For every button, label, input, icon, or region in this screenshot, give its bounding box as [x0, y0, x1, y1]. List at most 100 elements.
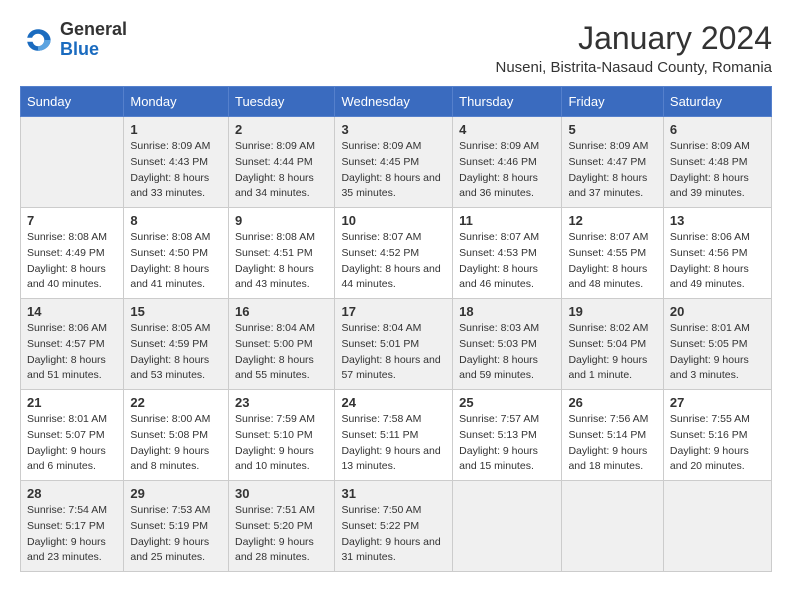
day-info: Sunrise: 8:09 AM Sunset: 4:47 PM Dayligh… — [568, 139, 656, 202]
calendar-cell: 9 Sunrise: 8:08 AM Sunset: 4:51 PM Dayli… — [228, 208, 334, 299]
day-number: 16 — [235, 304, 328, 319]
sunrise: Sunrise: 7:54 AM — [27, 503, 117, 519]
day-info: Sunrise: 8:05 AM Sunset: 4:59 PM Dayligh… — [130, 321, 222, 384]
day-info: Sunrise: 7:56 AM Sunset: 5:14 PM Dayligh… — [568, 412, 656, 475]
day-number: 25 — [459, 395, 555, 410]
sunset: Sunset: 4:57 PM — [27, 337, 117, 353]
header-wednesday: Wednesday — [335, 87, 453, 117]
sunset: Sunset: 4:52 PM — [341, 246, 446, 262]
sunrise: Sunrise: 8:04 AM — [341, 321, 446, 337]
day-info: Sunrise: 8:08 AM Sunset: 4:51 PM Dayligh… — [235, 230, 328, 293]
daylight: Daylight: 8 hours and 55 minutes. — [235, 353, 328, 385]
sunset: Sunset: 4:43 PM — [130, 155, 222, 171]
calendar-cell — [562, 481, 663, 572]
daylight: Daylight: 8 hours and 49 minutes. — [670, 262, 765, 294]
calendar-cell: 26 Sunrise: 7:56 AM Sunset: 5:14 PM Dayl… — [562, 390, 663, 481]
day-info: Sunrise: 8:01 AM Sunset: 5:07 PM Dayligh… — [27, 412, 117, 475]
sunset: Sunset: 5:04 PM — [568, 337, 656, 353]
day-info: Sunrise: 7:54 AM Sunset: 5:17 PM Dayligh… — [27, 503, 117, 566]
day-info: Sunrise: 8:09 AM Sunset: 4:48 PM Dayligh… — [670, 139, 765, 202]
sunrise: Sunrise: 8:07 AM — [568, 230, 656, 246]
daylight: Daylight: 8 hours and 48 minutes. — [568, 262, 656, 294]
sunset: Sunset: 4:47 PM — [568, 155, 656, 171]
sunset: Sunset: 5:22 PM — [341, 519, 446, 535]
day-info: Sunrise: 8:07 AM Sunset: 4:53 PM Dayligh… — [459, 230, 555, 293]
daylight: Daylight: 8 hours and 33 minutes. — [130, 171, 222, 203]
calendar-cell: 7 Sunrise: 8:08 AM Sunset: 4:49 PM Dayli… — [21, 208, 124, 299]
day-info: Sunrise: 8:06 AM Sunset: 4:57 PM Dayligh… — [27, 321, 117, 384]
calendar-cell: 22 Sunrise: 8:00 AM Sunset: 5:08 PM Dayl… — [124, 390, 229, 481]
daylight: Daylight: 8 hours and 44 minutes. — [341, 262, 446, 294]
sunset: Sunset: 5:13 PM — [459, 428, 555, 444]
logo-text: General Blue — [60, 20, 127, 60]
daylight: Daylight: 8 hours and 39 minutes. — [670, 171, 765, 203]
day-number: 24 — [341, 395, 446, 410]
day-info: Sunrise: 8:03 AM Sunset: 5:03 PM Dayligh… — [459, 321, 555, 384]
day-number: 29 — [130, 486, 222, 501]
day-info: Sunrise: 8:01 AM Sunset: 5:05 PM Dayligh… — [670, 321, 765, 384]
daylight: Daylight: 8 hours and 41 minutes. — [130, 262, 222, 294]
sunset: Sunset: 4:44 PM — [235, 155, 328, 171]
calendar-cell: 28 Sunrise: 7:54 AM Sunset: 5:17 PM Dayl… — [21, 481, 124, 572]
sunset: Sunset: 4:53 PM — [459, 246, 555, 262]
sunrise: Sunrise: 8:02 AM — [568, 321, 656, 337]
sunrise: Sunrise: 8:00 AM — [130, 412, 222, 428]
calendar-cell: 19 Sunrise: 8:02 AM Sunset: 5:04 PM Dayl… — [562, 299, 663, 390]
calendar-cell: 1 Sunrise: 8:09 AM Sunset: 4:43 PM Dayli… — [124, 117, 229, 208]
day-number: 22 — [130, 395, 222, 410]
day-number: 1 — [130, 122, 222, 137]
day-number: 27 — [670, 395, 765, 410]
day-info: Sunrise: 7:53 AM Sunset: 5:19 PM Dayligh… — [130, 503, 222, 566]
sunset: Sunset: 4:45 PM — [341, 155, 446, 171]
daylight: Daylight: 9 hours and 25 minutes. — [130, 535, 222, 567]
sunrise: Sunrise: 7:53 AM — [130, 503, 222, 519]
sunrise: Sunrise: 8:05 AM — [130, 321, 222, 337]
day-number: 2 — [235, 122, 328, 137]
day-number: 7 — [27, 213, 117, 228]
day-number: 18 — [459, 304, 555, 319]
sunrise: Sunrise: 8:08 AM — [27, 230, 117, 246]
calendar-cell: 13 Sunrise: 8:06 AM Sunset: 4:56 PM Dayl… — [663, 208, 771, 299]
sunrise: Sunrise: 7:56 AM — [568, 412, 656, 428]
sunrise: Sunrise: 8:06 AM — [670, 230, 765, 246]
header-row: Sunday Monday Tuesday Wednesday Thursday… — [21, 87, 772, 117]
calendar-cell: 3 Sunrise: 8:09 AM Sunset: 4:45 PM Dayli… — [335, 117, 453, 208]
daylight: Daylight: 9 hours and 13 minutes. — [341, 444, 446, 476]
sunrise: Sunrise: 7:55 AM — [670, 412, 765, 428]
daylight: Daylight: 8 hours and 36 minutes. — [459, 171, 555, 203]
sunset: Sunset: 5:07 PM — [27, 428, 117, 444]
sunset: Sunset: 5:05 PM — [670, 337, 765, 353]
header-thursday: Thursday — [453, 87, 562, 117]
calendar-cell: 20 Sunrise: 8:01 AM Sunset: 5:05 PM Dayl… — [663, 299, 771, 390]
calendar-cell: 25 Sunrise: 7:57 AM Sunset: 5:13 PM Dayl… — [453, 390, 562, 481]
daylight: Daylight: 9 hours and 3 minutes. — [670, 353, 765, 385]
title-block: January 2024 Nuseni, Bistrita-Nasaud Cou… — [495, 20, 772, 76]
daylight: Daylight: 9 hours and 1 minute. — [568, 353, 656, 385]
day-info: Sunrise: 8:02 AM Sunset: 5:04 PM Dayligh… — [568, 321, 656, 384]
sunset: Sunset: 4:46 PM — [459, 155, 555, 171]
sunset: Sunset: 5:16 PM — [670, 428, 765, 444]
day-info: Sunrise: 8:04 AM Sunset: 5:01 PM Dayligh… — [341, 321, 446, 384]
day-info: Sunrise: 8:09 AM Sunset: 4:43 PM Dayligh… — [130, 139, 222, 202]
day-info: Sunrise: 8:08 AM Sunset: 4:50 PM Dayligh… — [130, 230, 222, 293]
calendar-week-1: 1 Sunrise: 8:09 AM Sunset: 4:43 PM Dayli… — [21, 117, 772, 208]
sunset: Sunset: 5:00 PM — [235, 337, 328, 353]
daylight: Daylight: 8 hours and 53 minutes. — [130, 353, 222, 385]
location: Nuseni, Bistrita-Nasaud County, Romania — [495, 59, 772, 76]
sunrise: Sunrise: 8:09 AM — [341, 139, 446, 155]
day-number: 19 — [568, 304, 656, 319]
calendar-week-2: 7 Sunrise: 8:08 AM Sunset: 4:49 PM Dayli… — [21, 208, 772, 299]
header-monday: Monday — [124, 87, 229, 117]
calendar-cell: 27 Sunrise: 7:55 AM Sunset: 5:16 PM Dayl… — [663, 390, 771, 481]
calendar-cell: 4 Sunrise: 8:09 AM Sunset: 4:46 PM Dayli… — [453, 117, 562, 208]
day-info: Sunrise: 8:00 AM Sunset: 5:08 PM Dayligh… — [130, 412, 222, 475]
calendar-cell: 30 Sunrise: 7:51 AM Sunset: 5:20 PM Dayl… — [228, 481, 334, 572]
sunrise: Sunrise: 7:59 AM — [235, 412, 328, 428]
calendar-cell: 6 Sunrise: 8:09 AM Sunset: 4:48 PM Dayli… — [663, 117, 771, 208]
sunset: Sunset: 5:08 PM — [130, 428, 222, 444]
logo-icon — [20, 22, 56, 58]
calendar-cell — [663, 481, 771, 572]
calendar-cell: 12 Sunrise: 8:07 AM Sunset: 4:55 PM Dayl… — [562, 208, 663, 299]
calendar-cell: 21 Sunrise: 8:01 AM Sunset: 5:07 PM Dayl… — [21, 390, 124, 481]
sunset: Sunset: 4:55 PM — [568, 246, 656, 262]
